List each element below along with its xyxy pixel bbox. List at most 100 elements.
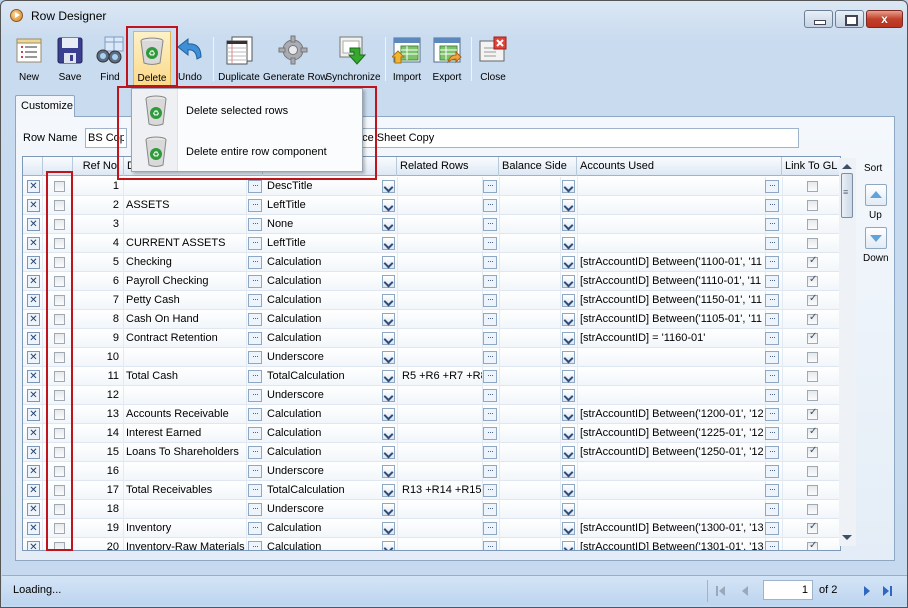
row-type-dropdown-icon[interactable] [382, 294, 395, 307]
balance-side-dropdown-icon[interactable] [562, 275, 575, 288]
balance-side-cell[interactable] [499, 462, 561, 481]
accounts-used-cell[interactable] [577, 215, 766, 234]
delete-row-icon[interactable]: ✕ [27, 427, 40, 440]
accounts-used-cell[interactable] [577, 367, 766, 386]
description-cell[interactable] [124, 215, 247, 234]
table-row[interactable]: ✕ 5 Checking ··· Calculation ··· [strAccountID… [23, 253, 840, 272]
related-rows-cell[interactable] [397, 348, 483, 367]
row-type-cell[interactable]: Calculation [263, 519, 381, 538]
related-rows-ellipsis-button[interactable]: ··· [483, 541, 497, 550]
select-row-checkbox[interactable] [54, 295, 65, 306]
balance-side-cell[interactable] [499, 443, 561, 462]
description-cell[interactable] [124, 177, 247, 196]
balance-side-cell[interactable] [499, 253, 561, 272]
delete-row-icon[interactable]: ✕ [27, 313, 40, 326]
accounts-used-ellipsis-button[interactable]: ··· [765, 275, 779, 288]
select-row-checkbox[interactable] [54, 371, 65, 382]
description-cell[interactable]: Contract Retention [124, 329, 247, 348]
column-header-related-rows[interactable]: Related Rows [397, 157, 499, 176]
column-header-balance-side[interactable]: Balance Side [499, 157, 577, 176]
link-to-gl-checkbox[interactable] [807, 238, 818, 249]
related-rows-ellipsis-button[interactable]: ··· [483, 408, 497, 421]
select-row-checkbox[interactable] [54, 276, 65, 287]
accounts-used-cell[interactable]: [strAccountID] Between('1200-01', '12 [577, 405, 766, 424]
related-rows-ellipsis-button[interactable]: ··· [483, 503, 497, 516]
save-button[interactable]: Save [51, 31, 89, 87]
related-rows-cell[interactable] [397, 462, 483, 481]
accounts-used-ellipsis-button[interactable]: ··· [765, 294, 779, 307]
row-type-cell[interactable]: Calculation [263, 291, 381, 310]
balance-side-dropdown-icon[interactable] [562, 522, 575, 535]
related-rows-cell[interactable] [397, 253, 483, 272]
row-type-cell[interactable]: LeftTitle [263, 196, 381, 215]
balance-side-cell[interactable] [499, 386, 561, 405]
related-rows-cell[interactable]: R5 +R6 +R7 +R8 [397, 367, 483, 386]
related-rows-ellipsis-button[interactable]: ··· [483, 313, 497, 326]
balance-side-cell[interactable] [499, 310, 561, 329]
ellipsis-button[interactable]: ··· [248, 427, 262, 440]
delete-row-icon[interactable]: ✕ [27, 218, 40, 231]
row-type-dropdown-icon[interactable] [382, 484, 395, 497]
delete-row-icon[interactable]: ✕ [27, 275, 40, 288]
row-type-cell[interactable]: Calculation [263, 272, 381, 291]
balance-side-cell[interactable] [499, 272, 561, 291]
related-rows-ellipsis-button[interactable]: ··· [483, 484, 497, 497]
balance-side-dropdown-icon[interactable] [562, 199, 575, 212]
sort-up-button[interactable] [865, 184, 887, 206]
balance-side-cell[interactable] [499, 177, 561, 196]
row-type-dropdown-icon[interactable] [382, 199, 395, 212]
balance-side-dropdown-icon[interactable] [562, 313, 575, 326]
select-row-checkbox[interactable] [54, 390, 65, 401]
delete-row-icon[interactable]: ✕ [27, 332, 40, 345]
description-cell[interactable]: Interest Earned [124, 424, 247, 443]
page-number-input[interactable] [763, 580, 813, 600]
row-type-dropdown-icon[interactable] [382, 427, 395, 440]
link-to-gl-checkbox[interactable] [807, 485, 818, 496]
row-type-dropdown-icon[interactable] [382, 389, 395, 402]
related-rows-cell[interactable] [397, 177, 483, 196]
balance-side-dropdown-icon[interactable] [562, 484, 575, 497]
related-rows-ellipsis-button[interactable]: ··· [483, 522, 497, 535]
table-row[interactable]: ✕ 4 CURRENT ASSETS ··· LeftTitle ··· ··· [23, 234, 840, 253]
row-type-cell[interactable]: Calculation [263, 329, 381, 348]
balance-side-dropdown-icon[interactable] [562, 408, 575, 421]
accounts-used-ellipsis-button[interactable]: ··· [765, 218, 779, 231]
description-cell[interactable]: Total Cash [124, 367, 247, 386]
description-cell[interactable]: Petty Cash [124, 291, 247, 310]
delete-row-icon[interactable]: ✕ [27, 256, 40, 269]
row-type-dropdown-icon[interactable] [382, 541, 395, 550]
accounts-used-ellipsis-button[interactable]: ··· [765, 332, 779, 345]
accounts-used-ellipsis-button[interactable]: ··· [765, 180, 779, 193]
column-header-link-to-gl[interactable]: Link To GL [782, 157, 840, 176]
row-type-cell[interactable]: TotalCalculation [263, 367, 381, 386]
row-type-dropdown-icon[interactable] [382, 275, 395, 288]
balance-side-dropdown-icon[interactable] [562, 370, 575, 383]
first-page-icon[interactable] [715, 584, 727, 598]
table-row[interactable]: ✕ 20 Inventory-Raw Materials ··· Calculation… [23, 538, 840, 550]
balance-side-dropdown-icon[interactable] [562, 541, 575, 550]
maximize-button[interactable] [835, 10, 864, 28]
select-row-checkbox[interactable] [54, 523, 65, 534]
related-rows-ellipsis-button[interactable]: ··· [483, 275, 497, 288]
accounts-used-cell[interactable]: [strAccountID] Between('1105-01', '11 [577, 310, 766, 329]
balance-side-dropdown-icon[interactable] [562, 218, 575, 231]
related-rows-cell[interactable]: R13 +R14 +R15 [397, 481, 483, 500]
related-rows-cell[interactable] [397, 519, 483, 538]
ellipsis-button[interactable]: ··· [248, 218, 262, 231]
new-button[interactable]: New [9, 31, 49, 87]
link-to-gl-checkbox[interactable] [807, 504, 818, 515]
column-header-ref-no[interactable]: Ref No. [73, 157, 124, 176]
row-type-dropdown-icon[interactable] [382, 370, 395, 383]
select-row-checkbox[interactable] [54, 409, 65, 420]
row-type-cell[interactable]: Calculation [263, 405, 381, 424]
tab-customize[interactable]: Customize [15, 95, 75, 117]
menu-item-delete-entire-row-component[interactable]: ♻ Delete entire row component [132, 132, 362, 172]
table-row[interactable]: ✕ 9 Contract Retention ··· Calculation ··· [st… [23, 329, 840, 348]
row-type-cell[interactable]: Underscore [263, 386, 381, 405]
related-rows-cell[interactable] [397, 310, 483, 329]
ellipsis-button[interactable]: ··· [248, 522, 262, 535]
balance-side-cell[interactable] [499, 481, 561, 500]
accounts-used-cell[interactable]: [strAccountID] Between('1250-01', '12 [577, 443, 766, 462]
table-row[interactable]: ✕ 10 ··· Underscore ··· ··· [23, 348, 840, 367]
balance-side-dropdown-icon[interactable] [562, 427, 575, 440]
